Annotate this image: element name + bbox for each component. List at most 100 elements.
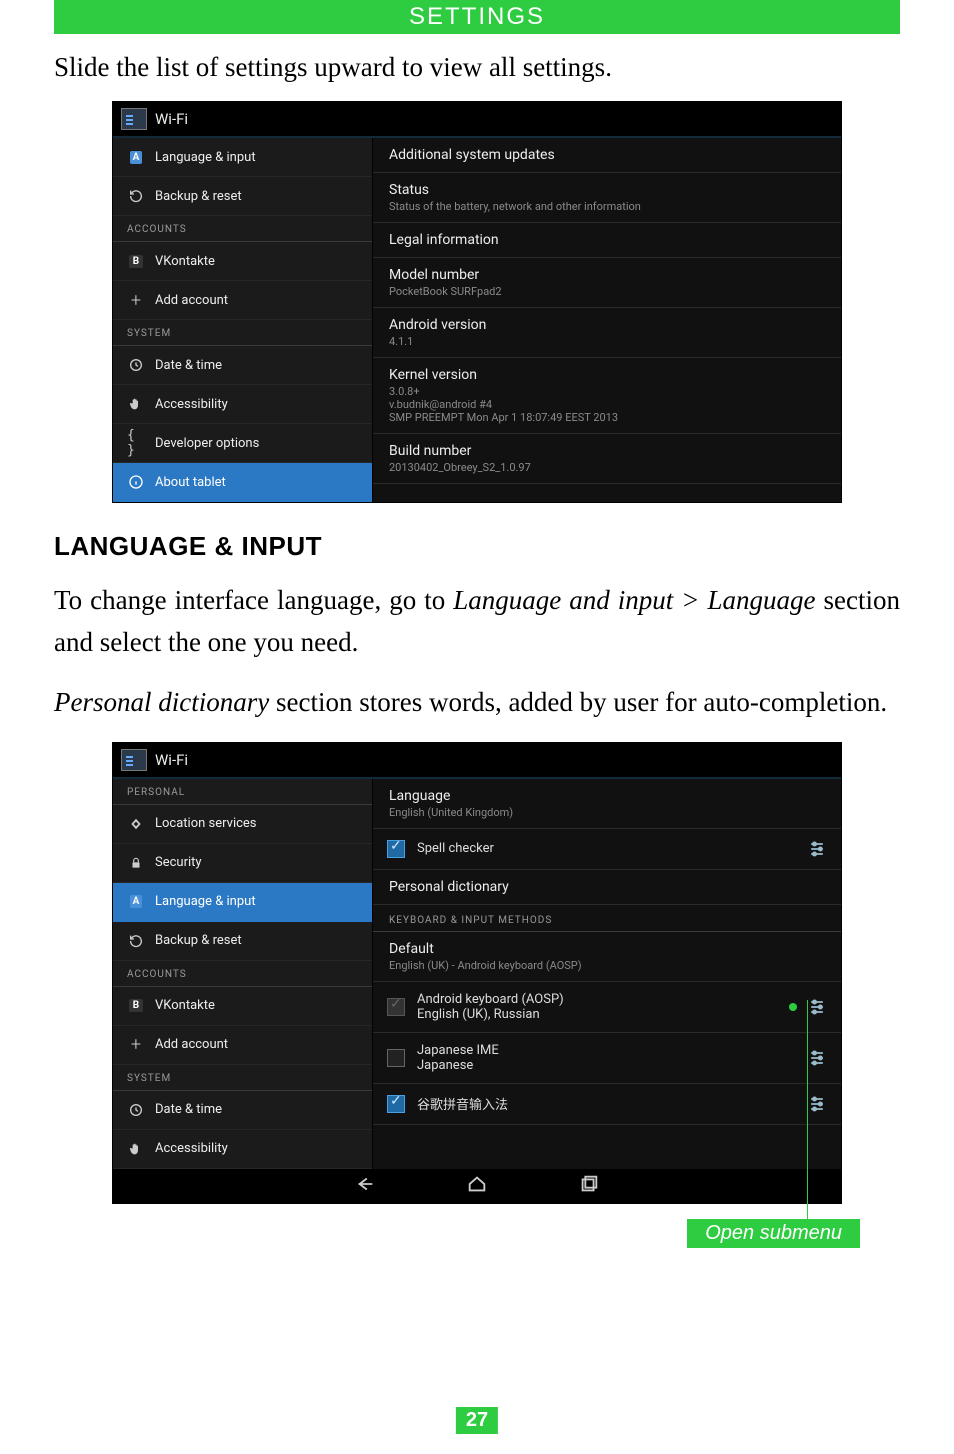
back-icon[interactable] [354, 1173, 376, 1199]
detail-item-default[interactable]: Default English (UK) - Android keyboard … [373, 932, 841, 982]
plus-icon: + [127, 1036, 145, 1054]
clock-icon [127, 356, 145, 374]
sidebar-item[interactable]: About tablet [113, 463, 372, 502]
callout-line [807, 1000, 808, 1242]
detail-item[interactable]: Kernel version 3.0.8+v.budnik@android #4… [373, 358, 841, 434]
sidebar-item[interactable]: + Add account [113, 1026, 372, 1065]
detail-header-kim: KEYBOARD & INPUT METHODS [373, 905, 841, 932]
row-main: 谷歌拼音输入法 [417, 1094, 795, 1113]
sidebar-item-label: Date & time [155, 1102, 222, 1117]
detail-item[interactable]: Build number 20130402_Obreey_S2_1.0.97 [373, 434, 841, 484]
sidebar-item[interactable]: Backup & reset [113, 177, 372, 216]
checkbox-icon[interactable] [387, 1095, 405, 1113]
recent-icon[interactable] [578, 1173, 600, 1199]
detail-secondary: PocketBook SURFpad2 [389, 285, 825, 298]
page-number: 27 [456, 1407, 498, 1434]
detail-primary: Kernel version [389, 367, 825, 383]
sidebar-item-label: Accessibility [155, 1141, 228, 1156]
sidebar-header-accounts: ACCOUNTS [113, 961, 372, 987]
sidebar-item[interactable]: B VKontakte [113, 987, 372, 1026]
sidebar-item[interactable]: B VKontakte [113, 242, 372, 281]
reset-icon [127, 932, 145, 950]
row-main: Japanese IME Japanese [417, 1043, 795, 1073]
sliders-icon[interactable] [807, 1094, 827, 1114]
detail-item[interactable]: Additional system updates [373, 138, 841, 173]
page-header: SETTINGS [54, 0, 900, 34]
window-titlebar: Wi-Fi [113, 102, 841, 138]
row-sub: English (UK), Russian [417, 1007, 777, 1022]
plus-icon: + [127, 291, 145, 309]
diamond-icon [127, 815, 145, 833]
detail-primary: Build number [389, 443, 825, 459]
settings-app-icon [121, 749, 147, 771]
sidebar-item-label: Add account [155, 293, 228, 308]
settings-sidebar: A Language & input Backup & reset ACCOUN… [113, 138, 373, 502]
screenshot-language-input: Wi-Fi PERSONAL Location services Securit… [112, 742, 842, 1204]
detail-item[interactable]: Legal information [373, 223, 841, 258]
row-ime[interactable]: Android keyboard (AOSP) English (UK), Ru… [373, 982, 841, 1033]
detail-item[interactable]: Android version 4.1.1 [373, 308, 841, 358]
sidebar-item[interactable]: Location services [113, 805, 372, 844]
row-spell-checker[interactable]: Spell checker [373, 829, 841, 870]
detail-secondary: English (UK) - Android keyboard (AOSP) [389, 959, 825, 972]
sliders-icon[interactable] [807, 997, 827, 1017]
settings-detail-pane: Additional system updates Status Status … [373, 138, 841, 502]
lock-icon [127, 854, 145, 872]
text: section stores words, added by user for … [269, 687, 887, 717]
sidebar-header-personal: PERSONAL [113, 779, 372, 805]
sidebar-item[interactable]: Date & time [113, 1091, 372, 1130]
text-italic: Personal dictionary [54, 687, 269, 717]
row-main: Android keyboard (AOSP) English (UK), Ru… [417, 992, 777, 1022]
checkbox-icon[interactable] [387, 1049, 405, 1067]
sidebar-item-label: Security [155, 855, 202, 870]
callout-label: Open submenu [687, 1219, 860, 1248]
sidebar-header-accounts: ACCOUNTS [113, 216, 372, 242]
sidebar-item-label: Date & time [155, 358, 222, 373]
sidebar-item[interactable]: A Language & input [113, 138, 372, 177]
row-label: Spell checker [417, 841, 795, 856]
sidebar-item-label: VKontakte [155, 254, 215, 269]
detail-item[interactable]: Model number PocketBook SURFpad2 [373, 258, 841, 308]
row-ime[interactable]: 谷歌拼音输入法 [373, 1084, 841, 1125]
detail-secondary: English (United Kingdom) [389, 806, 825, 819]
detail-primary: Status [389, 182, 825, 198]
android-nav-bar [113, 1169, 841, 1203]
intro-text: Slide the list of settings upward to vie… [54, 48, 900, 87]
window-title: Wi-Fi [155, 751, 188, 769]
checkbox-icon[interactable] [387, 998, 405, 1016]
sidebar-item-label: Language & input [155, 150, 256, 165]
sidebar-item[interactable]: Backup & reset [113, 922, 372, 961]
detail-item[interactable]: Status Status of the battery, network an… [373, 173, 841, 223]
sidebar-item[interactable]: Accessibility [113, 385, 372, 424]
detail-primary: Personal dictionary [389, 879, 825, 895]
row-label: 谷歌拼音输入法 [417, 1094, 795, 1113]
hand-icon [127, 395, 145, 413]
row-label: Japanese IME [417, 1043, 795, 1058]
home-icon[interactable] [466, 1173, 488, 1199]
screenshot-about-tablet: Wi-Fi A Language & input Backup & reset … [112, 101, 842, 503]
detail-secondary: 3.0.8+v.budnik@android #4SMP PREEMPT Mon… [389, 385, 825, 424]
checkbox-icon[interactable] [387, 840, 405, 858]
sidebar-item[interactable]: Security [113, 844, 372, 883]
detail-primary: Legal information [389, 232, 825, 248]
row-sub: Japanese [417, 1058, 795, 1073]
sliders-icon[interactable] [807, 1048, 827, 1068]
sliders-icon[interactable] [807, 839, 827, 859]
settings-app-icon [121, 108, 147, 130]
sidebar-item[interactable]: A Language & input [113, 883, 372, 922]
detail-primary: Language [389, 788, 825, 804]
sidebar-item-label: Developer options [155, 436, 259, 451]
settings-sidebar: PERSONAL Location services Security A La… [113, 779, 373, 1169]
detail-item-personal-dictionary[interactable]: Personal dictionary [373, 870, 841, 905]
sidebar-item[interactable]: Accessibility [113, 1130, 372, 1169]
sidebar-item[interactable]: Date & time [113, 346, 372, 385]
detail-primary: Additional system updates [389, 147, 825, 163]
sidebar-item[interactable]: { } Developer options [113, 424, 372, 463]
braces-icon: { } [127, 434, 145, 452]
sidebar-header-system: SYSTEM [113, 320, 372, 346]
row-ime[interactable]: Japanese IME Japanese [373, 1033, 841, 1084]
indicator-dot [789, 1003, 797, 1011]
detail-item-language[interactable]: Language English (United Kingdom) [373, 779, 841, 829]
clock-icon [127, 1101, 145, 1119]
sidebar-item[interactable]: + Add account [113, 281, 372, 320]
